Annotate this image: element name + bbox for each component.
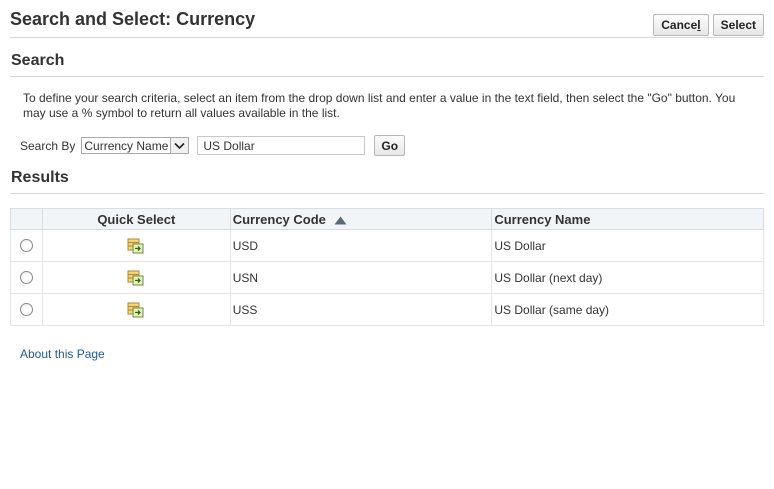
results-heading: Results [11,169,69,186]
row-select-radio[interactable] [19,303,33,316]
results-divider [10,193,764,194]
search-by-label: Search By [20,138,76,153]
results-header-row: Quick Select Currency Code Currency Name [10,208,764,230]
currency-code-header-label: Currency Code [232,211,326,227]
search-text-input[interactable] [197,136,366,155]
cancel-label: Cance [661,18,698,32]
row-select-radio[interactable] [19,239,33,252]
search-instructions: To define your search criteria, select a… [23,91,736,120]
quick-select-icon[interactable] [127,270,145,286]
select-column-header [10,208,43,230]
cancel-button[interactable]: Cance l [653,14,709,36]
cancel-accelerator: l [697,18,701,32]
currency-name-cell: US Dollar (same day) [491,293,764,326]
currency-code-header[interactable]: Currency Code [229,208,493,230]
chevron-down-icon[interactable] [170,138,189,153]
currency-code-cell: USS [229,293,493,326]
search-row: Search By Currency Name Go [20,135,406,156]
select-button[interactable]: Select [712,14,764,36]
top-button-bar: Cance l Select [653,14,764,36]
page-title: Search and Select: Currency [10,9,256,29]
currency-code-cell: USD [229,229,493,262]
results-table: Quick Select Currency Code Currency Name… [10,208,764,326]
table-row: USN US Dollar (next day) [10,261,764,294]
search-by-value: Currency Name [84,138,169,153]
currency-code-cell: USN [229,261,493,294]
search-by-select[interactable]: Currency Name [81,137,190,154]
currency-name-cell: US Dollar (next day) [491,261,764,294]
table-row: USD US Dollar [10,229,764,262]
go-button[interactable]: Go [374,135,406,156]
sort-ascending-icon[interactable] [334,216,347,225]
about-page-link[interactable]: About this Page [20,347,105,361]
table-row: USS US Dollar (same day) [10,293,764,326]
currency-name-cell: US Dollar [491,229,764,262]
quick-select-icon[interactable] [127,238,145,254]
search-divider [10,76,764,77]
currency-name-header[interactable]: Currency Name [491,208,764,230]
search-heading: Search [11,52,65,69]
title-divider [10,37,764,38]
quick-select-header: Quick Select [41,208,231,230]
row-select-radio[interactable] [19,271,33,284]
quick-select-icon[interactable] [127,302,145,318]
